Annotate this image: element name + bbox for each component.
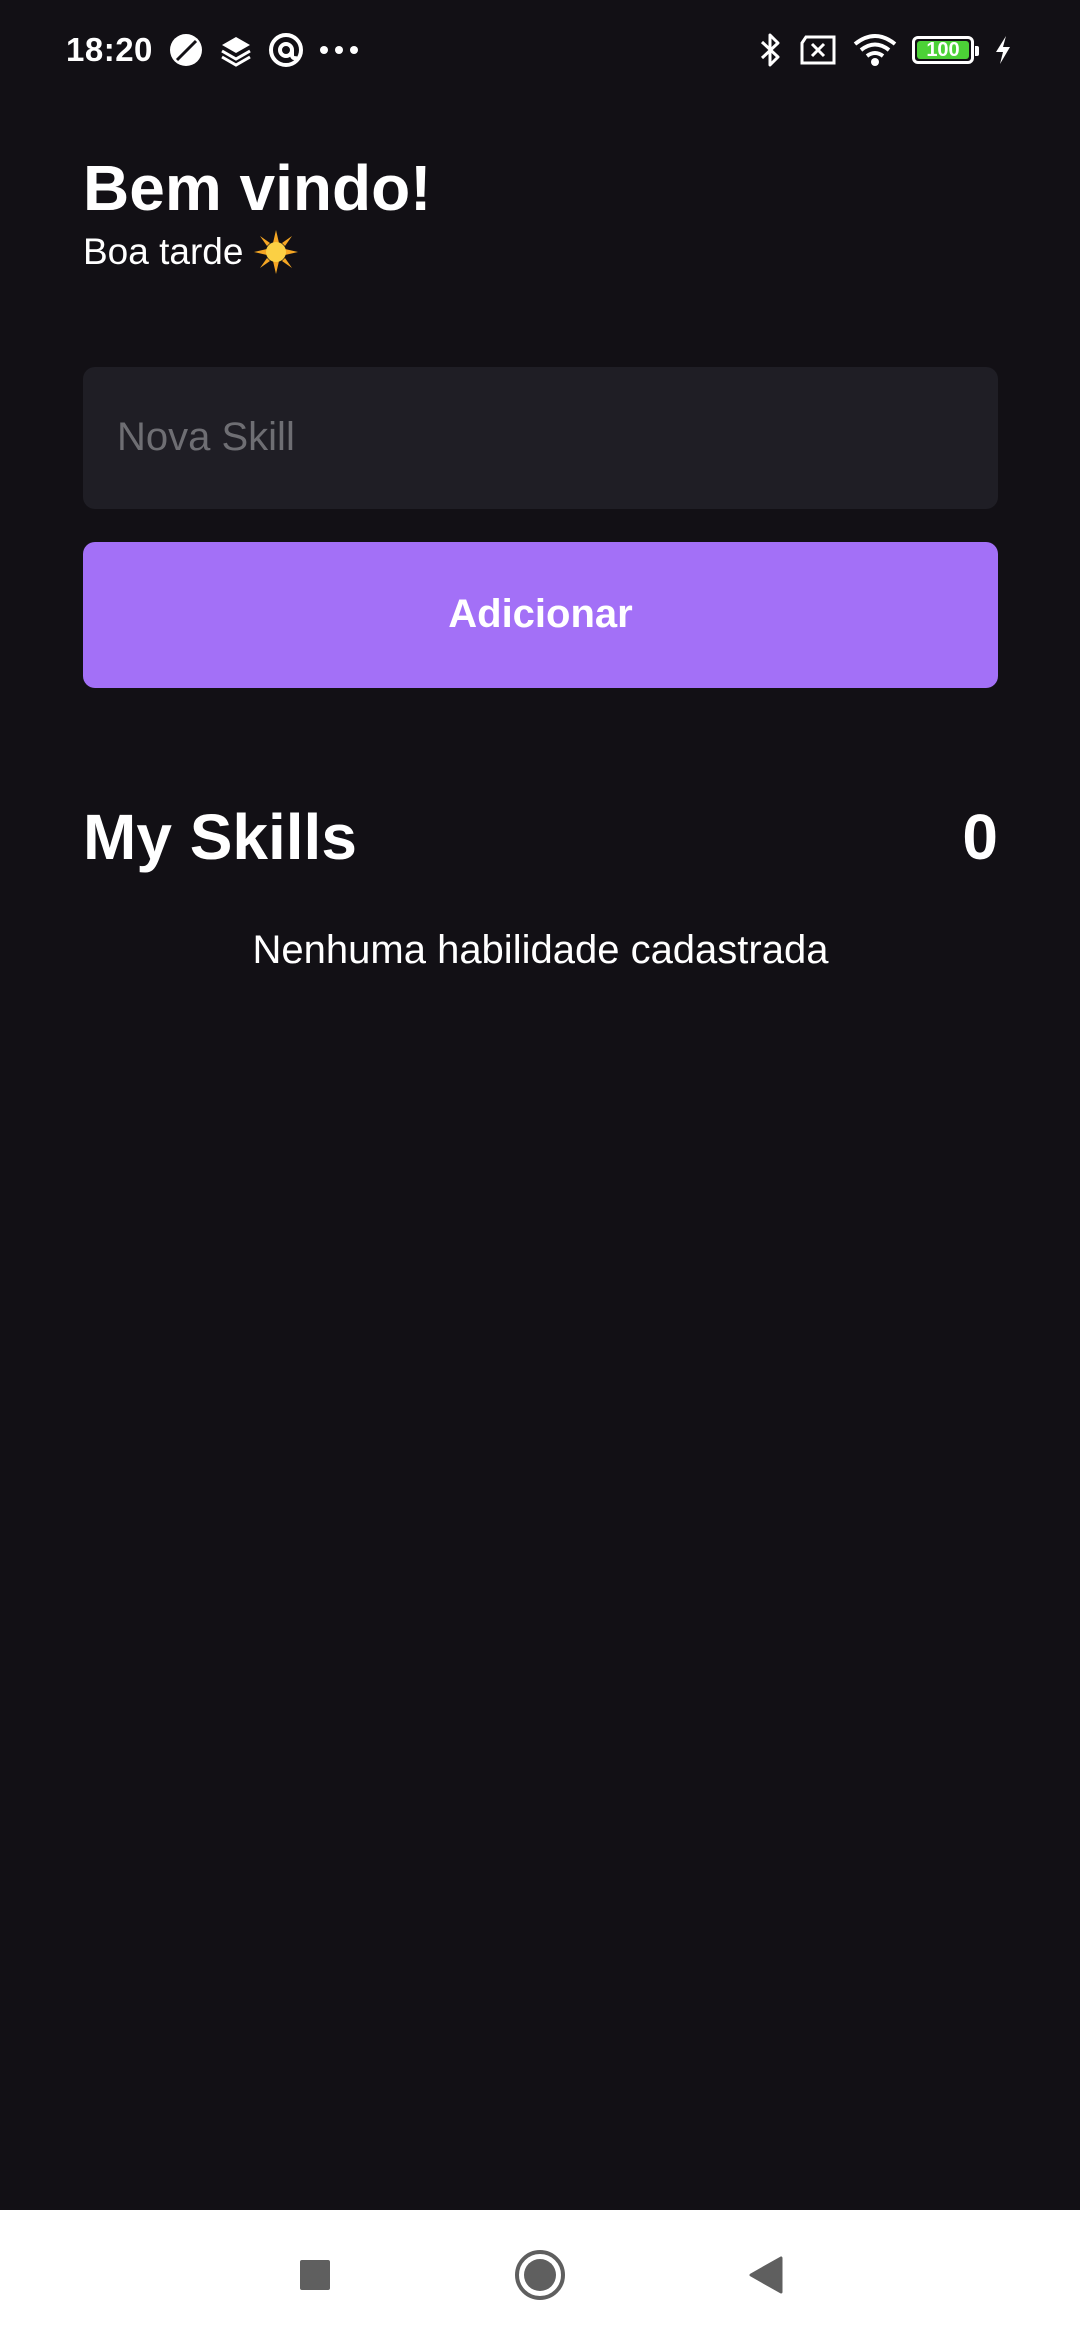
- more-dots-icon: [319, 45, 359, 55]
- status-time: 18:20: [66, 31, 153, 68]
- new-skill-input[interactable]: [83, 366, 998, 509]
- skills-title: My Skills: [83, 800, 357, 873]
- battery-tip: [975, 46, 979, 56]
- page-title: Bem vindo!: [83, 152, 432, 224]
- app-screen: 18:20 100 Bem vindo! Boa tarde Nova Skil…: [0, 0, 1080, 2340]
- greeting-subtitle: Boa tarde: [83, 229, 998, 275]
- status-bar: 18:20 100: [0, 0, 1080, 100]
- main-content: Bem vindo! Boa tarde Nova Skill Adiciona…: [83, 150, 998, 973]
- status-bar-right: 100: [758, 31, 1014, 69]
- moon-icon: [167, 31, 205, 69]
- no-sim-icon: [798, 35, 838, 65]
- sun-icon: [253, 229, 299, 275]
- at-sign-icon: [267, 31, 305, 69]
- empty-list-message: Nenhuma habilidade cadastrada: [252, 927, 829, 972]
- add-skill-button[interactable]: Adicionar: [83, 541, 998, 688]
- home-circle-icon[interactable]: [510, 2245, 570, 2305]
- skills-count: 0: [962, 800, 998, 873]
- layers-icon: [219, 33, 253, 67]
- back-triangle-icon[interactable]: [735, 2245, 795, 2305]
- recents-square-icon[interactable]: [285, 2245, 345, 2305]
- system-nav-bar: [0, 2210, 1080, 2340]
- subtitle-text: Boa tarde: [83, 230, 244, 272]
- battery-icon: 100: [912, 36, 979, 64]
- skills-header: My Skills 0: [83, 800, 998, 874]
- bluetooth-icon: [758, 31, 784, 69]
- charging-icon: [992, 34, 1014, 66]
- battery-level: 100: [926, 38, 960, 61]
- status-bar-left: 18:20: [66, 31, 359, 69]
- wifi-icon: [852, 32, 898, 68]
